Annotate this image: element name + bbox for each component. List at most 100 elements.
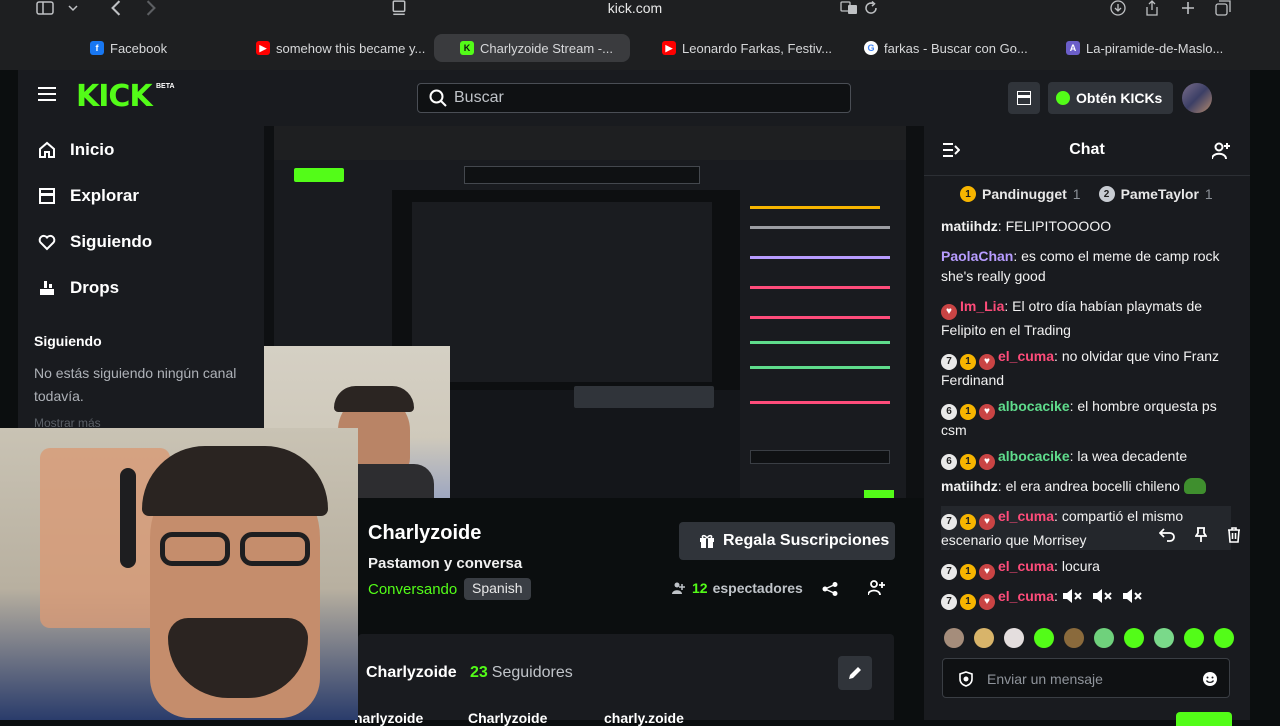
sidebar-item-drops[interactable]: Drops (38, 276, 119, 300)
mute-emote-icon (1062, 589, 1082, 603)
emote-icon[interactable] (974, 628, 994, 648)
tab-maslow[interactable]: A La-piramide-de-Maslo... (1058, 34, 1248, 62)
gift-subscriptions-button[interactable]: Regala Suscripciones (679, 522, 895, 560)
chat-username[interactable]: el_cuma (998, 348, 1054, 364)
moderator-badge-icon: ♥ (941, 304, 957, 320)
shield-icon[interactable] (959, 671, 973, 687)
sidebar-item-siguiendo[interactable]: Siguiendo (38, 230, 152, 254)
edit-button[interactable] (838, 656, 872, 690)
chat-send-button[interactable] (1176, 712, 1232, 726)
chat-input-box[interactable] (942, 658, 1230, 698)
subscriber-badge: 7 (941, 594, 957, 610)
chat-text: el era andrea bocelli chileno (1005, 478, 1180, 494)
search-input[interactable] (454, 88, 834, 108)
language-tag[interactable]: Spanish (464, 578, 531, 600)
tab-google-search[interactable]: Gfarkas - Buscar con Go... (856, 34, 1046, 62)
search-box[interactable] (417, 83, 851, 113)
sidebar-item-inicio[interactable]: Inicio (38, 138, 114, 162)
category-link[interactable]: Conversando (368, 581, 457, 598)
chat-username[interactable]: el_cuma (998, 558, 1054, 574)
page-menu-icon[interactable] (392, 0, 406, 16)
chevron-down-icon[interactable] (68, 0, 78, 16)
chat-message[interactable]: 6 1 ♥ albocacike: la wea decadente (941, 446, 1231, 470)
emoji-icon[interactable] (1202, 671, 1218, 687)
subscriber-badge: 7 (941, 354, 957, 370)
followers-count: 23 Seguidores (470, 664, 573, 681)
sidebar-toggle-icon[interactable] (36, 0, 54, 16)
viewer-count: 12 espectadores (672, 580, 803, 596)
emote-icon[interactable] (1124, 628, 1144, 648)
chat-message[interactable]: 7 1 ♥ el_cuma: locura (941, 556, 1231, 580)
address-bar-url[interactable]: kick.com (560, 0, 710, 16)
new-tab-icon[interactable] (1181, 0, 1195, 16)
emote-icon[interactable] (944, 628, 964, 648)
chat-message[interactable]: matiihdz: el era andrea bocelli chileno (941, 476, 1231, 496)
emote-icon[interactable] (1064, 628, 1084, 648)
chat-username[interactable]: matiihdz (941, 478, 998, 494)
back-icon[interactable] (110, 0, 122, 16)
beta-label: BETA (156, 83, 175, 90)
site-header: KICK BETA Obtén KICKs (18, 70, 1250, 126)
emote-icon[interactable] (1094, 628, 1114, 648)
get-kicks-button[interactable]: Obtén KICKs (1048, 82, 1173, 114)
share-page-icon[interactable] (1145, 0, 1159, 16)
chat-username[interactable]: PaolaChan (941, 248, 1013, 264)
leaderboard-user[interactable]: PameTaylor (1121, 186, 1199, 202)
chat-message[interactable]: matiihdz: FELIPITOOOOO (941, 216, 1231, 236)
tab-overview-icon[interactable] (1215, 0, 1231, 16)
chat-message[interactable]: 6 1 ♥ albocacike: el hombre orquesta ps csm (941, 396, 1231, 440)
channel-name[interactable]: Charlyzoide (368, 522, 481, 545)
subscriber-badge: 7 (941, 514, 957, 530)
chat-message[interactable]: ♥ Im_Lia: El otro día habían playmats de … (941, 296, 1231, 340)
leaderboard-user[interactable]: Pandinugget (982, 186, 1067, 202)
delete-icon[interactable] (1227, 527, 1241, 543)
heart-icon (38, 234, 56, 251)
tab-charlyzoide-stream[interactable]: K Charlyzoide Stream -... (434, 34, 630, 62)
follow-user-icon[interactable] (868, 580, 886, 596)
emote-quick-bar (944, 628, 1244, 648)
sidebar-item-explorar[interactable]: Explorar (38, 184, 139, 208)
chat-username[interactable]: matiihdz (941, 218, 998, 234)
tab-facebook[interactable]: f Facebook (82, 34, 242, 62)
chat-username[interactable]: Im_Lia (960, 298, 1004, 314)
forward-icon[interactable] (145, 0, 157, 16)
chat-username[interactable]: el_cuma (998, 588, 1054, 604)
hamburger-menu-icon[interactable] (38, 87, 56, 101)
app-button[interactable] (1008, 82, 1040, 114)
emote-icon[interactable] (1004, 628, 1024, 648)
tab-youtube-1[interactable]: ▶ somehow this became y... (248, 34, 438, 62)
chat-username[interactable]: albocacike (998, 448, 1070, 464)
emote-icon[interactable] (1184, 628, 1204, 648)
share-icon[interactable] (822, 582, 838, 596)
chat-text: FELIPITOOOOO (1005, 218, 1112, 234)
collapse-chat-icon[interactable] (942, 142, 960, 158)
emote-icon[interactable] (1214, 628, 1234, 648)
home-icon (39, 141, 55, 158)
emote-icon[interactable] (1154, 628, 1174, 648)
chat-username[interactable]: albocacike (998, 398, 1070, 414)
kick-logo[interactable]: KICK (76, 82, 153, 112)
chat-username[interactable]: el_cuma (998, 508, 1054, 524)
social-links: harlyzoide Charlyzoide charly.zoide (354, 710, 894, 726)
chat-message[interactable]: 7 1 ♥ el_cuma: (941, 586, 1231, 610)
download-icon[interactable] (1110, 0, 1126, 16)
stream-info: Charlyzoide Pastamon y conversa Conversa… (264, 498, 924, 726)
chat-text: locura (1061, 558, 1100, 574)
gifter-badge: 1 (960, 514, 976, 530)
user-avatar[interactable] (1182, 83, 1212, 113)
translate-icon[interactable] (840, 0, 858, 16)
chat-message[interactable]: 7 1 ♥ el_cuma: no olvidar que vino Franz Fe… (941, 346, 1231, 390)
social-link-tiktok[interactable]: charly.zoide (604, 710, 684, 726)
chat-users-icon[interactable] (1212, 142, 1232, 160)
chat-message-input[interactable] (987, 670, 1187, 688)
social-link-facebook[interactable]: harlyzoide (354, 710, 423, 726)
chat-message[interactable]: PaolaChan: es como el meme de camp rock … (941, 246, 1231, 286)
chat-panel: Chat 1 Pandinugget 1 2 PameTaylor 1 mati… (924, 126, 1250, 726)
emote-icon[interactable] (1034, 628, 1054, 648)
social-link-youtube[interactable]: Charlyzoide (468, 710, 547, 726)
tab-youtube-2[interactable]: ▶ Leonardo Farkas, Festiv... (654, 34, 844, 62)
pin-icon[interactable] (1195, 527, 1207, 543)
moderator-badge-icon: ♥ (979, 564, 995, 580)
reload-icon[interactable] (864, 0, 878, 16)
reply-icon[interactable] (1159, 528, 1175, 542)
